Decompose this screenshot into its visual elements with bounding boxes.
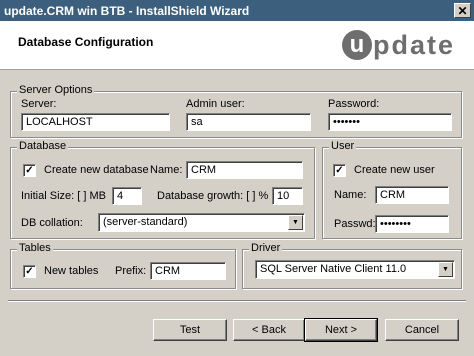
password-label: Password:	[328, 98, 380, 110]
driver-select[interactable]: SQL Server Native Client 11.0 ▼	[255, 260, 455, 279]
next-button[interactable]: Next >	[304, 318, 378, 342]
initial-size-label: Initial Size: [ ] MB	[21, 190, 106, 202]
wizard-header: Database Configuration u pdate	[0, 21, 474, 70]
close-icon: ✕	[457, 3, 468, 18]
title-bar: update.CRM win BTB - InstallShield Wizar…	[0, 0, 474, 21]
database-name-input[interactable]: CRM	[186, 161, 303, 179]
prefix-label: Prefix:	[115, 265, 147, 277]
new-tables-label: New tables	[44, 265, 99, 277]
prefix-input[interactable]: CRM	[150, 262, 226, 280]
passwd-label: Passwd:	[334, 218, 376, 230]
db-collation-label: DB collation:	[21, 217, 83, 229]
page-title: Database Configuration	[18, 35, 154, 49]
user-name-input[interactable]: CRM	[375, 186, 449, 204]
server-input[interactable]: LOCALHOST	[21, 113, 170, 131]
passwd-input[interactable]: ••••••••	[375, 215, 449, 233]
driver-legend: Driver	[249, 242, 283, 254]
server-options-legend: Server Options	[17, 84, 95, 96]
chevron-down-icon[interactable]: ▼	[438, 262, 453, 277]
database-name-label: Name:	[150, 164, 183, 176]
password-input[interactable]: •••••••	[328, 113, 452, 131]
database-growth-label: Database growth: [ ] %	[157, 190, 269, 202]
server-label: Server:	[21, 98, 57, 110]
create-new-database-label: Create new database	[44, 164, 149, 176]
tables-legend: Tables	[17, 242, 53, 254]
window-title: update.CRM win BTB - InstallShield Wizar…	[4, 3, 250, 18]
create-new-database-checkbox[interactable]: ✓	[23, 164, 36, 177]
new-tables-checkbox[interactable]: ✓	[23, 265, 36, 278]
create-new-user-checkbox[interactable]: ✓	[333, 164, 346, 177]
back-button[interactable]: < Back	[233, 319, 305, 341]
admin-user-label: Admin user:	[186, 98, 245, 110]
footer-separator	[8, 300, 466, 302]
admin-user-input[interactable]: sa	[186, 113, 311, 131]
user-legend: User	[329, 140, 357, 152]
user-name-label: Name:	[334, 189, 367, 201]
driver-value: SQL Server Native Client 11.0	[260, 263, 407, 275]
logo-letter: u	[342, 30, 372, 60]
database-legend: Database	[17, 140, 69, 152]
db-collation-value: (server-standard)	[103, 216, 188, 228]
update-logo: u pdate	[342, 28, 468, 62]
logo-text: pdate	[373, 29, 456, 60]
db-collation-select[interactable]: (server-standard) ▼	[98, 213, 305, 232]
initial-size-input[interactable]: 4	[112, 187, 142, 205]
test-button[interactable]: Test	[153, 319, 227, 341]
chevron-down-icon[interactable]: ▼	[288, 215, 303, 230]
database-growth-input[interactable]: 10	[272, 187, 303, 205]
cancel-button[interactable]: Cancel	[385, 319, 459, 341]
close-button[interactable]: ✕	[454, 3, 471, 18]
create-new-user-label: Create new user	[354, 164, 435, 176]
